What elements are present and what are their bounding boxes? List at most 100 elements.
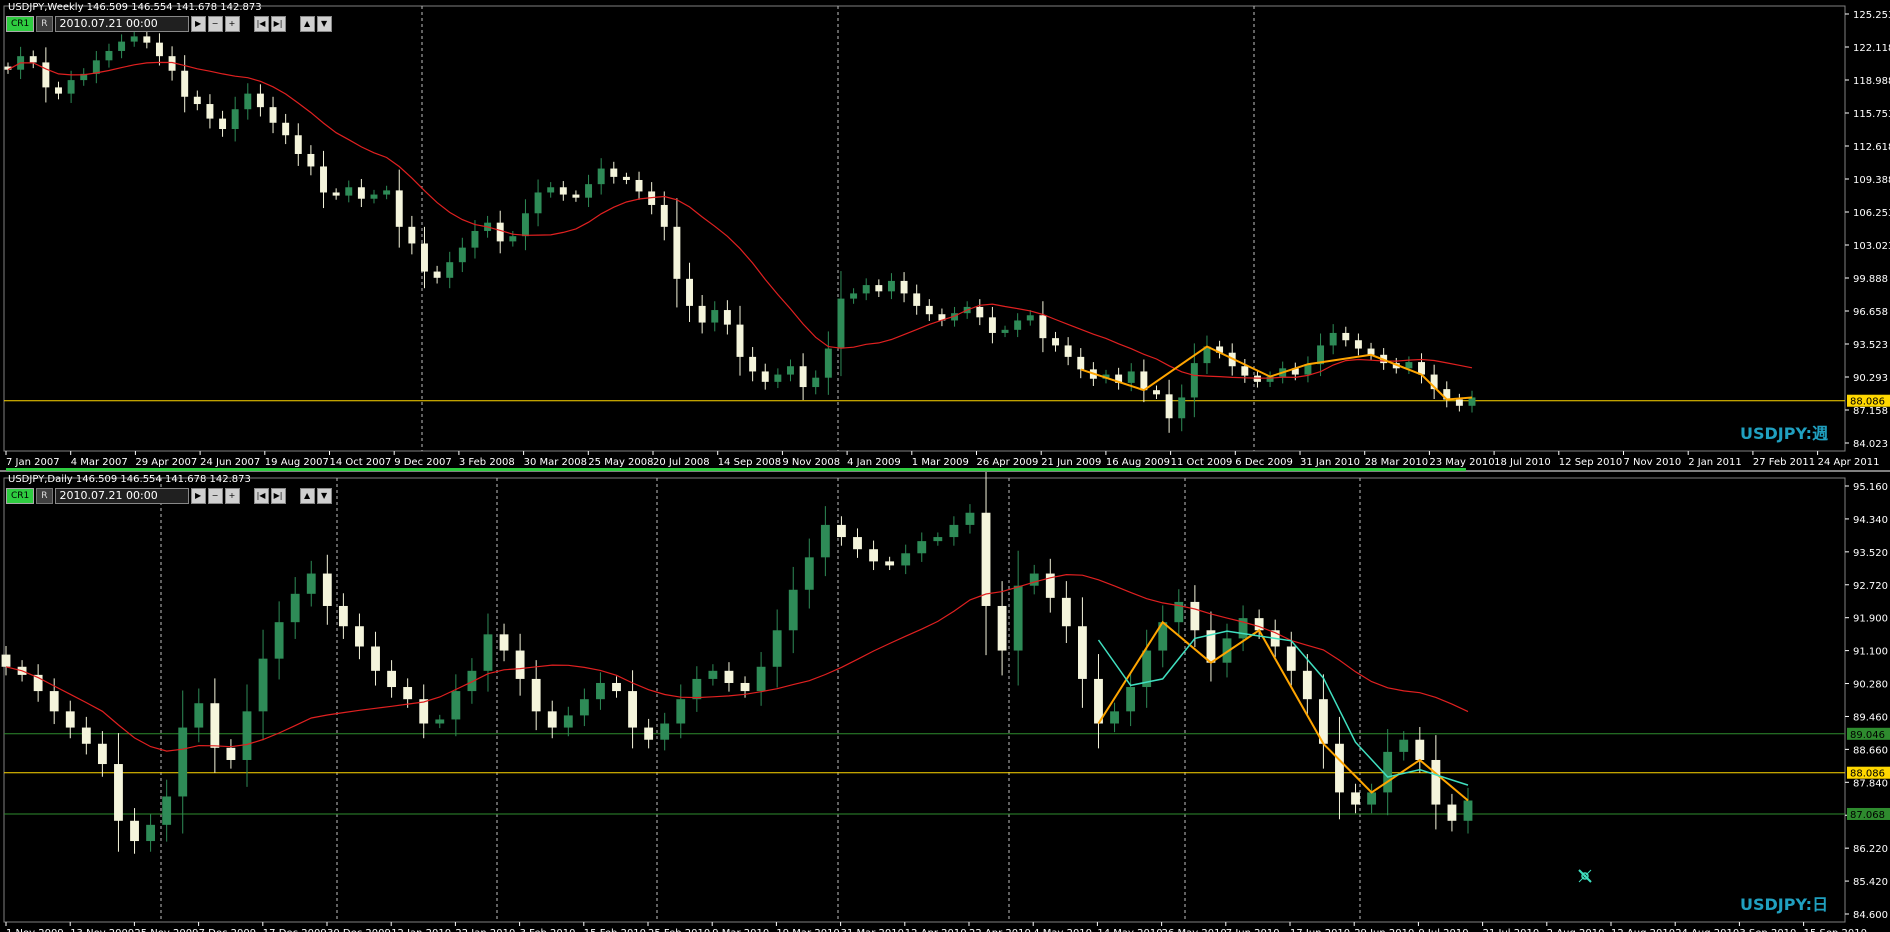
date-label: 17 Dec 2009 [263,928,327,932]
minus-icon[interactable]: − [207,488,223,504]
bull-candle [1203,335,1211,375]
candle-body [772,630,782,667]
date-label: 25 Feb 2010 [648,928,710,932]
date-label: 30 Mar 2008 [524,457,587,468]
bull-candle [660,712,670,751]
candle-body [559,187,567,195]
bull-candle [451,674,461,737]
bull-candle [370,189,378,204]
candle-body [496,222,504,242]
candle-body [345,187,353,196]
bull-candle [547,182,555,198]
fast-forward-icon[interactable]: ▶| [270,16,286,32]
play-icon[interactable]: ▶ [190,488,206,504]
plus-icon[interactable]: + [224,16,240,32]
bear-candle [1077,597,1087,708]
play-icon[interactable]: ▶ [190,16,206,32]
weekly-chart-svg[interactable]: 125.253 122.118 118.988 115.753 112.618 109.3… [0,0,1890,470]
crosshair-icon[interactable] [1577,868,1593,884]
zigzag-line [1097,620,1469,802]
date-label: 25 Nov 2009 [134,928,198,932]
rewind-icon[interactable]: |◀ [253,488,269,504]
candle-body [1455,399,1463,406]
up-icon[interactable]: ▲ [299,16,315,32]
candle-body [1241,366,1249,376]
price-label: 115.753 [1853,109,1890,120]
minus-icon[interactable]: − [207,16,223,32]
date-label: 22 Apr 2010 [969,928,1031,932]
bear-candle [1431,735,1441,830]
bull-candle [692,666,702,712]
cr-button[interactable]: CR1 [6,488,35,504]
candle-body [471,230,479,248]
date-field[interactable]: 2010.07.21 00:00 [54,16,189,32]
bear-candle [65,700,75,739]
date-label: 14 May 2010 [1097,928,1162,932]
weekly-toolbar: CR1 R 2010.07.21 00:00 ▶ − + |◀ ▶| ▲ ▼ [6,16,332,32]
candle-body [799,366,807,388]
bear-candle [1045,558,1055,613]
candle-body [673,226,681,279]
price-label: 86.220 [1853,844,1888,855]
bull-candle [1383,729,1393,816]
up-icon[interactable]: ▲ [299,488,315,504]
daily-chart-svg[interactable]: 95.160 94.340 93.520 92.720 91.900 91.100 90.2… [0,472,1890,932]
date-label: 20 Jul 2008 [653,457,710,468]
bear-candle [736,305,744,376]
bull-candle [534,179,542,227]
candle-body [824,348,832,378]
bear-candle [1418,353,1425,384]
bear-candle [408,215,416,255]
bear-candle [395,169,403,248]
date-field[interactable]: 2010.07.21 00:00 [54,488,189,504]
down-icon[interactable]: ▼ [316,488,332,504]
candle-body [913,293,921,306]
bull-candle [949,516,959,546]
r-button[interactable]: R [36,488,53,504]
bull-candle [563,706,573,737]
candle-body [1463,800,1473,821]
candle-body [181,70,189,97]
bear-candle [1351,783,1360,814]
candle-body [572,194,580,198]
date-label: 2 Jan 2011 [1688,457,1742,468]
candle-body [1064,345,1072,357]
candle-body [29,56,37,63]
candle-body [933,537,943,542]
candle-body [610,168,618,177]
bull-candle [383,185,391,200]
candle-body [925,305,933,315]
candle-body [81,727,91,744]
bear-candle [419,684,429,739]
candle-body [290,593,300,623]
bear-candle [155,33,163,66]
bear-candle [698,294,706,334]
bull-candle [242,684,252,787]
weekly-chart-pane[interactable]: 125.253 122.118 118.988 115.753 112.618 109.3… [0,0,1890,470]
bear-candle [1064,337,1072,366]
date-label: 14 Sep 2008 [718,457,781,468]
candle-body [981,512,991,606]
bull-candle [824,331,832,395]
candle-body [1127,371,1135,383]
rewind-icon[interactable]: |◀ [253,16,269,32]
candle-body [49,691,59,712]
fast-forward-icon[interactable]: ▶| [270,488,286,504]
daily-chart-pane[interactable]: 95.160 94.340 93.520 92.720 91.900 91.100 90.2… [0,472,1890,932]
bear-candle [181,55,189,113]
bull-candle [1399,731,1409,761]
bear-candle [988,306,996,344]
date-label: 27 Feb 2011 [1753,457,1815,468]
bull-candle [850,288,858,304]
bear-candle [193,90,201,111]
plus-icon[interactable]: + [224,488,240,504]
cr-button[interactable]: CR1 [6,16,35,32]
r-button[interactable]: R [36,16,53,32]
date-label: 19 Mar 2010 [776,928,839,932]
bull-candle [92,50,100,84]
bear-candle [1216,340,1224,359]
bear-candle [1140,359,1148,403]
down-icon[interactable]: ▼ [316,16,332,32]
candle-body [740,682,750,692]
date-label: 9 Mar 2010 [712,928,769,932]
